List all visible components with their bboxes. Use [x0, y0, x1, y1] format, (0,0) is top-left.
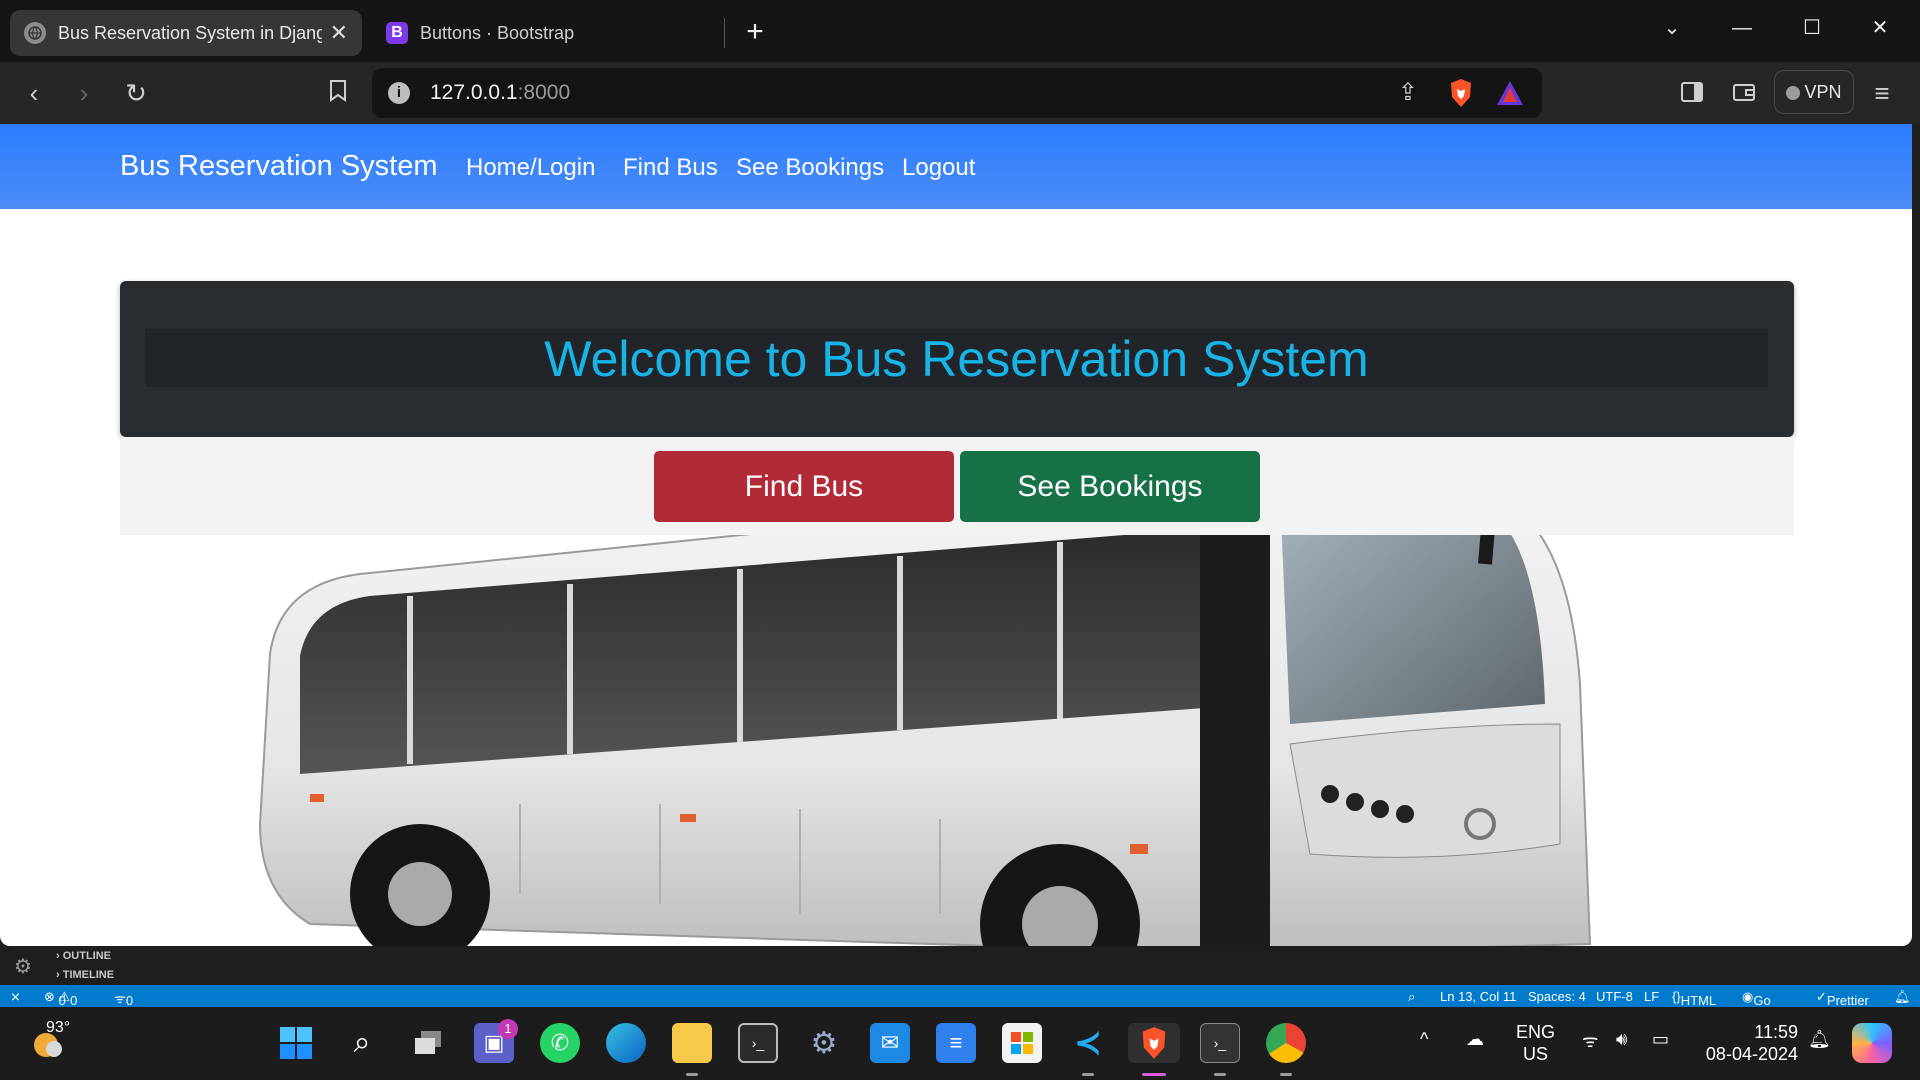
share-icon[interactable]: ⇪: [1398, 78, 1418, 107]
running-indicator: [1082, 1073, 1094, 1076]
bookmark-icon[interactable]: [318, 73, 358, 113]
edge-icon[interactable]: [606, 1023, 646, 1063]
go-live-button[interactable]: ◉ Go Live: [1742, 989, 1777, 1023]
ports-indicator[interactable]: ᯤ 0: [114, 989, 133, 1008]
site-navbar: Bus Reservation System Home/Login Find B…: [0, 124, 1912, 209]
brave-icon[interactable]: [1128, 1023, 1180, 1063]
remote-icon[interactable]: ⨯: [10, 989, 21, 1005]
welcome-title-panel: Welcome to Bus Reservation System: [145, 329, 1768, 387]
browser-toolbar: ‹ › ↻ i 127.0.0.1:8000 ⇪ VPN ≡: [0, 62, 1920, 124]
notifications-bell-icon[interactable]: 🔔︎: [1808, 1029, 1831, 1050]
vpn-button[interactable]: VPN: [1774, 70, 1854, 114]
bootstrap-icon: B: [386, 22, 408, 44]
vscode-panel: ⚙ › OUTLINE › TIMELINE: [0, 946, 1920, 985]
whatsapp-icon[interactable]: ✆: [540, 1023, 580, 1063]
prettier-indicator[interactable]: ✓ Prettier: [1816, 989, 1869, 1008]
tab-title: Bus Reservation System in Djang: [58, 22, 322, 43]
site-info-icon[interactable]: i: [388, 82, 410, 104]
wifi-icon[interactable]: ᯤ: [1582, 1029, 1598, 1053]
maximize-button[interactable]: ☐: [1792, 8, 1832, 48]
chevron-up-icon[interactable]: ^: [1420, 1029, 1428, 1050]
nav-home-login[interactable]: Home/Login: [466, 154, 595, 182]
vpn-status-icon: [1786, 86, 1801, 100]
tab-divider: [724, 18, 725, 48]
tab-title: Buttons · Bootstrap: [420, 22, 575, 43]
timeline-section[interactable]: › TIMELINE: [56, 969, 114, 981]
running-indicator: [1280, 1073, 1292, 1076]
store-icon[interactable]: [1002, 1023, 1042, 1063]
outline-section[interactable]: › OUTLINE: [56, 950, 111, 962]
nav-find-bus[interactable]: Find Bus: [623, 154, 718, 182]
vscode-status-bar: ⨯ ⊗ 0 ⚠ 0 ᯤ 0 ⌕ Ln 13, Col 11 Spaces: 4 …: [0, 985, 1920, 1023]
see-bookings-button[interactable]: See Bookings: [960, 451, 1260, 522]
notifications-icon[interactable]: 🔔︎: [1894, 989, 1911, 1005]
welcome-jumbotron: Welcome to Bus Reservation System: [120, 281, 1794, 437]
language-indicator[interactable]: ENG US: [1516, 1021, 1555, 1065]
file-explorer-icon[interactable]: [672, 1023, 712, 1063]
back-icon[interactable]: ‹: [14, 73, 54, 113]
close-tab-icon[interactable]: ✕: [330, 20, 348, 46]
browser-tab-bar: Bus Reservation System in Djang ✕ B Butt…: [0, 0, 1920, 62]
page-viewport: Bus Reservation System Home/Login Find B…: [0, 124, 1912, 946]
active-indicator: [1142, 1073, 1166, 1076]
forward-icon[interactable]: ›: [64, 73, 104, 113]
notepad-icon[interactable]: ≡: [936, 1023, 976, 1063]
minimize-button[interactable]: —: [1722, 8, 1762, 48]
volume-icon[interactable]: 🔊︎: [1616, 1029, 1627, 1050]
nav-logout[interactable]: Logout: [902, 154, 975, 182]
battery-icon[interactable]: ▭: [1652, 1029, 1669, 1050]
encoding[interactable]: UTF-8: [1596, 989, 1633, 1004]
mail-icon[interactable]: ✉: [870, 1023, 910, 1063]
brave-shields-icon[interactable]: [1448, 78, 1474, 108]
start-icon[interactable]: [276, 1023, 316, 1063]
tab-bootstrap-buttons[interactable]: B Buttons · Bootstrap: [372, 10, 724, 56]
problems-indicator[interactable]: ⊗ 0 ⚠ 0: [44, 989, 77, 1008]
terminal-icon[interactable]: ›_: [1200, 1023, 1240, 1063]
onedrive-icon[interactable]: ☁: [1466, 1029, 1484, 1050]
button-strip: [120, 437, 1794, 535]
copilot-icon[interactable]: [1852, 1023, 1892, 1063]
globe-icon: [24, 22, 46, 44]
settings-icon[interactable]: ⚙: [804, 1023, 844, 1063]
menu-icon[interactable]: ≡: [1862, 73, 1902, 113]
address-bar[interactable]: i 127.0.0.1:8000 ⇪: [372, 68, 1542, 118]
gear-icon[interactable]: ⚙: [14, 954, 32, 979]
zoom-icon[interactable]: ⌕: [1408, 989, 1415, 1005]
tab-bus-reservation[interactable]: Bus Reservation System in Djang ✕: [10, 10, 362, 56]
line-ending[interactable]: LF: [1644, 989, 1659, 1004]
search-icon[interactable]: ⌕: [342, 1023, 382, 1063]
welcome-heading: Welcome to Bus Reservation System: [544, 331, 1369, 387]
running-indicator: [1214, 1073, 1226, 1076]
vscode-icon[interactable]: ≺: [1068, 1023, 1108, 1063]
wallet-icon[interactable]: [1724, 73, 1764, 113]
cursor-position[interactable]: Ln 13, Col 11: [1440, 989, 1516, 1004]
task-view-icon[interactable]: [408, 1023, 448, 1063]
sidebar-icon[interactable]: [1672, 73, 1712, 113]
brave-rewards-icon[interactable]: [1496, 80, 1524, 106]
language-mode[interactable]: {} HTML: [1672, 989, 1716, 1008]
tab-search-icon[interactable]: ⌄: [1652, 8, 1692, 48]
new-tab-button[interactable]: +: [738, 12, 772, 52]
running-indicator: [686, 1073, 698, 1076]
teams-badge: 1: [498, 1019, 518, 1039]
nav-see-bookings[interactable]: See Bookings: [736, 154, 884, 182]
weather-temp: 93°: [46, 1019, 71, 1036]
close-window-button[interactable]: ✕: [1860, 8, 1900, 48]
clock[interactable]: 11:59 08-04-2024: [1700, 1021, 1798, 1065]
command-prompt-icon[interactable]: ›_: [738, 1023, 778, 1063]
windows-taskbar: 93° ⌕ ▣ 1 ✆ ›_ ⚙ ✉ ≡ ≺ ›_ ^ ☁ ENG US ᯤ 🔊︎…: [0, 1007, 1920, 1080]
find-bus-button[interactable]: Find Bus: [654, 451, 954, 522]
url-text: 127.0.0.1:8000: [430, 81, 571, 104]
chrome-icon[interactable]: [1266, 1023, 1306, 1063]
reload-icon[interactable]: ↻: [116, 73, 156, 113]
indentation[interactable]: Spaces: 4: [1528, 989, 1586, 1004]
navbar-brand[interactable]: Bus Reservation System: [120, 150, 438, 183]
